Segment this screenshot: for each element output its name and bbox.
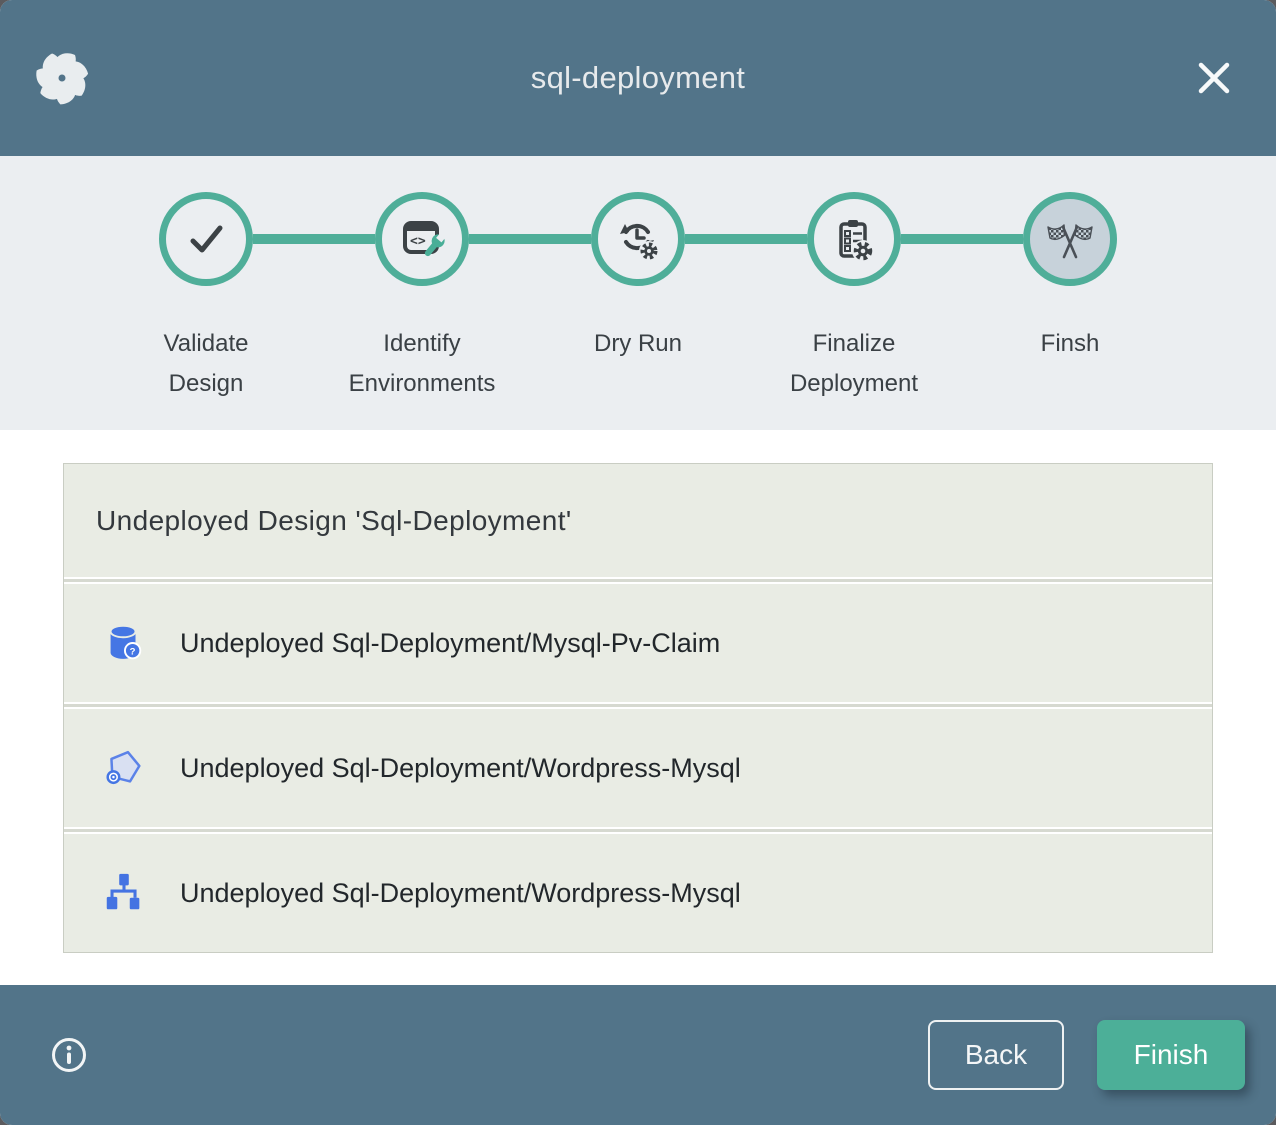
result-row-mysql-pv-claim: ? Undeployed Sql-Deployment/Mysql-Pv-Cla… (64, 584, 1212, 702)
dialog-footer: Back Finish (0, 985, 1276, 1125)
row-divider (64, 579, 1212, 582)
step-label-finish: Finsh (962, 324, 1178, 404)
step-label-validate-design: Validate Design (98, 324, 314, 404)
row-divider (64, 704, 1212, 707)
step-label-identify-environments: Identify Environments (314, 324, 530, 404)
step-finish[interactable] (1023, 192, 1117, 286)
stepper-track: <> (159, 192, 1117, 286)
results-header-row: Undeployed Design 'Sql-Deployment' (64, 464, 1212, 577)
dialog-title: sql-deployment (0, 60, 1276, 96)
clipboard-gear-icon (830, 215, 878, 263)
step-dry-run[interactable] (591, 192, 685, 286)
result-row-wordpress-mysql-hierarchy: Undeployed Sql-Deployment/Wordpress-Mysq… (64, 834, 1212, 952)
stepper-connector (685, 234, 807, 244)
svg-text:?: ? (130, 647, 136, 658)
row-divider (64, 829, 1212, 832)
result-row-text: Undeployed Sql-Deployment/Mysql-Pv-Claim (180, 628, 720, 659)
sync-gear-icon (614, 215, 662, 263)
stepper-labels: Validate Design Identify Environments Dr… (98, 324, 1178, 404)
code-window-wrench-icon: <> (398, 215, 446, 263)
info-icon[interactable] (50, 1036, 88, 1074)
check-icon (182, 215, 230, 263)
stepper-connector (901, 234, 1023, 244)
step-validate-design[interactable] (159, 192, 253, 286)
deployment-wizard-dialog: sql-deployment <> (0, 0, 1276, 1125)
wizard-stepper: <> (0, 156, 1276, 430)
step-label-dry-run: Dry Run (530, 324, 746, 404)
result-row-text: Undeployed Sql-Deployment/Wordpress-Mysq… (180, 753, 741, 784)
result-row-text: Undeployed Sql-Deployment/Wordpress-Mysq… (180, 878, 741, 909)
dialog-body: Undeployed Design 'Sql-Deployment' ? Und… (0, 430, 1276, 985)
deployment-results-panel: Undeployed Design 'Sql-Deployment' ? Und… (63, 463, 1213, 953)
step-finalize-deployment[interactable] (807, 192, 901, 286)
step-label-finalize-deployment: Finalize Deployment (746, 324, 962, 404)
pentagon-node-icon (101, 745, 147, 791)
back-button[interactable]: Back (928, 1020, 1064, 1090)
stepper-connector (469, 234, 591, 244)
stepper-connector (253, 234, 375, 244)
step-identify-environments[interactable]: <> (375, 192, 469, 286)
dialog-header: sql-deployment (0, 0, 1276, 156)
close-icon[interactable] (1194, 58, 1234, 98)
results-header-text: Undeployed Design 'Sql-Deployment' (96, 505, 572, 537)
hierarchy-icon (101, 870, 147, 916)
checkered-flags-icon (1046, 215, 1094, 263)
result-row-wordpress-mysql-node: Undeployed Sql-Deployment/Wordpress-Mysq… (64, 709, 1212, 827)
finish-button[interactable]: Finish (1097, 1020, 1245, 1090)
svg-text:<>: <> (410, 234, 426, 249)
database-icon: ? (101, 620, 147, 666)
